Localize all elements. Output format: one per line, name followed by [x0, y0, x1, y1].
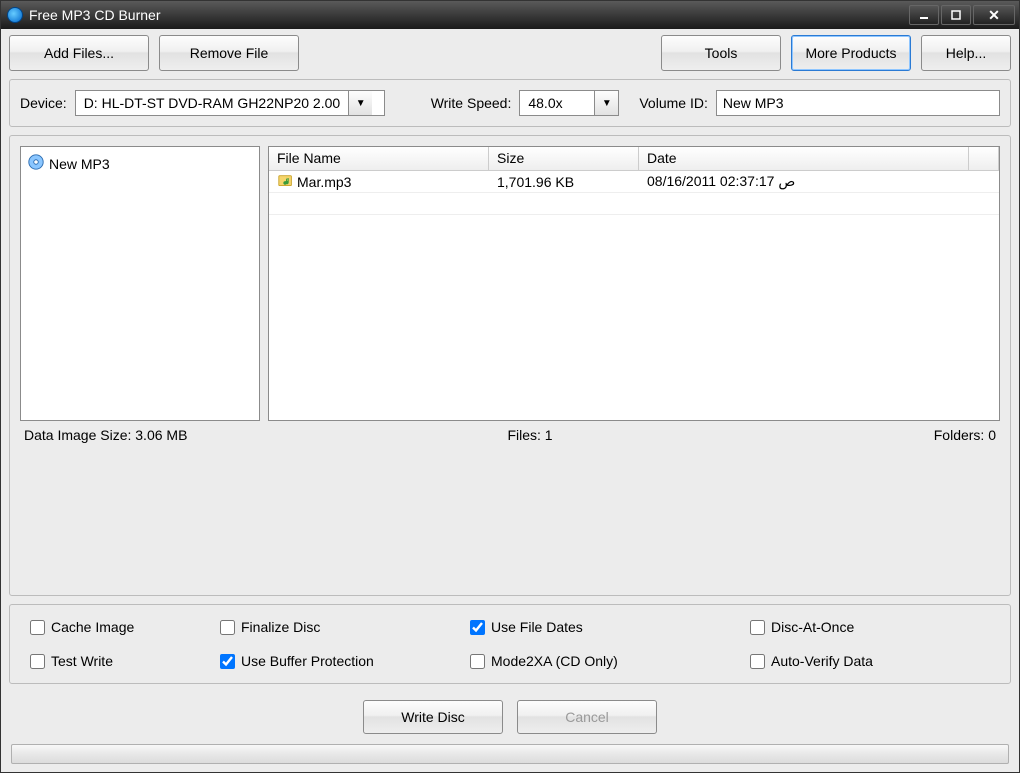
use-file-dates-label: Use File Dates	[491, 619, 583, 635]
col-date[interactable]: Date	[639, 147, 969, 170]
volume-id-input[interactable]	[716, 90, 1000, 116]
volume-id-label: Volume ID:	[639, 95, 707, 111]
folder-tree[interactable]: New MP3	[20, 146, 260, 421]
content-area: Add Files... Remove File Tools More Prod…	[1, 29, 1019, 772]
help-button[interactable]: Help...	[921, 35, 1011, 71]
status-folders: Folders: 0	[796, 427, 996, 443]
status-data-size: Data Image Size: 3.06 MB	[24, 427, 264, 443]
status-files: Files: 1	[264, 427, 796, 443]
tools-button[interactable]: Tools	[661, 35, 781, 71]
use-buffer-protection-label: Use Buffer Protection	[241, 653, 374, 669]
window-title: Free MP3 CD Burner	[29, 7, 160, 23]
cache-image-label: Cache Image	[51, 619, 134, 635]
file-list-group: New MP3 File Name Size Date	[9, 135, 1011, 596]
finalize-disc-label: Finalize Disc	[241, 619, 320, 635]
file-size: 1,701.96 KB	[489, 174, 639, 190]
file-list-body[interactable]: Mar.mp3 1,701.96 KB 08/16/2011 02:37:17 …	[269, 171, 999, 420]
tree-root-item[interactable]: New MP3	[25, 151, 255, 176]
mode2xa-input[interactable]	[470, 654, 485, 669]
titlebar: Free MP3 CD Burner ✕	[1, 1, 1019, 29]
device-value: D: HL-DT-ST DVD-RAM GH22NP20 2.00	[76, 95, 348, 111]
file-name: Mar.mp3	[297, 174, 351, 190]
more-products-button[interactable]: More Products	[791, 35, 911, 71]
maximize-button[interactable]	[941, 5, 971, 25]
write-speed-combo[interactable]: 48.0x ▼	[519, 90, 619, 116]
table-row[interactable]: Mar.mp3 1,701.96 KB 08/16/2011 02:37:17 …	[269, 171, 999, 193]
col-size[interactable]: Size	[489, 147, 639, 170]
use-file-dates-checkbox[interactable]: Use File Dates	[470, 619, 750, 635]
write-speed-value: 48.0x	[520, 95, 594, 111]
mode2xa-checkbox[interactable]: Mode2XA (CD Only)	[470, 653, 750, 669]
column-headers: File Name Size Date	[269, 147, 999, 171]
use-buffer-protection-checkbox[interactable]: Use Buffer Protection	[220, 653, 470, 669]
cache-image-input[interactable]	[30, 620, 45, 635]
auto-verify-checkbox[interactable]: Auto-Verify Data	[750, 653, 990, 669]
disc-at-once-input[interactable]	[750, 620, 765, 635]
status-bar: Data Image Size: 3.06 MB Files: 1 Folder…	[20, 421, 1000, 443]
test-write-label: Test Write	[51, 653, 113, 669]
use-file-dates-input[interactable]	[470, 620, 485, 635]
disc-at-once-checkbox[interactable]: Disc-At-Once	[750, 619, 990, 635]
device-label: Device:	[20, 95, 67, 111]
chevron-down-icon[interactable]: ▼	[594, 91, 618, 115]
file-date: 08/16/2011 02:37:17 ص	[639, 173, 999, 190]
cache-image-checkbox[interactable]: Cache Image	[30, 619, 220, 635]
col-filename[interactable]: File Name	[269, 147, 489, 170]
action-row: Write Disc Cancel	[9, 700, 1011, 734]
progress-bar	[11, 744, 1009, 764]
col-spacer	[969, 147, 999, 170]
file-list: File Name Size Date Mar.mp3	[268, 146, 1000, 421]
tree-root-label: New MP3	[49, 156, 110, 172]
cancel-button[interactable]: Cancel	[517, 700, 657, 734]
minimize-button[interactable]	[909, 5, 939, 25]
auto-verify-input[interactable]	[750, 654, 765, 669]
empty-row	[269, 193, 999, 215]
finalize-disc-checkbox[interactable]: Finalize Disc	[220, 619, 470, 635]
remove-file-button[interactable]: Remove File	[159, 35, 299, 71]
music-file-icon	[277, 173, 295, 191]
use-buffer-protection-input[interactable]	[220, 654, 235, 669]
maximize-icon	[950, 9, 962, 21]
disc-at-once-label: Disc-At-Once	[771, 619, 854, 635]
finalize-disc-input[interactable]	[220, 620, 235, 635]
write-speed-label: Write Speed:	[431, 95, 512, 111]
add-files-button[interactable]: Add Files...	[9, 35, 149, 71]
close-icon: ✕	[988, 7, 1000, 24]
device-group: Device: D: HL-DT-ST DVD-RAM GH22NP20 2.0…	[9, 79, 1011, 127]
test-write-input[interactable]	[30, 654, 45, 669]
toolbar: Add Files... Remove File Tools More Prod…	[9, 35, 1011, 71]
device-combo[interactable]: D: HL-DT-ST DVD-RAM GH22NP20 2.00 ▼	[75, 90, 385, 116]
test-write-checkbox[interactable]: Test Write	[30, 653, 220, 669]
app-icon	[7, 7, 23, 23]
chevron-down-icon[interactable]: ▼	[348, 91, 372, 115]
write-disc-button[interactable]: Write Disc	[363, 700, 503, 734]
disc-icon	[27, 153, 45, 174]
options-group: Cache Image Finalize Disc Use File Dates…	[9, 604, 1011, 684]
app-window: Free MP3 CD Burner ✕ Add Files... Remove…	[0, 0, 1020, 773]
minimize-icon	[918, 9, 930, 21]
auto-verify-label: Auto-Verify Data	[771, 653, 873, 669]
mode2xa-label: Mode2XA (CD Only)	[491, 653, 618, 669]
close-button[interactable]: ✕	[973, 5, 1015, 25]
